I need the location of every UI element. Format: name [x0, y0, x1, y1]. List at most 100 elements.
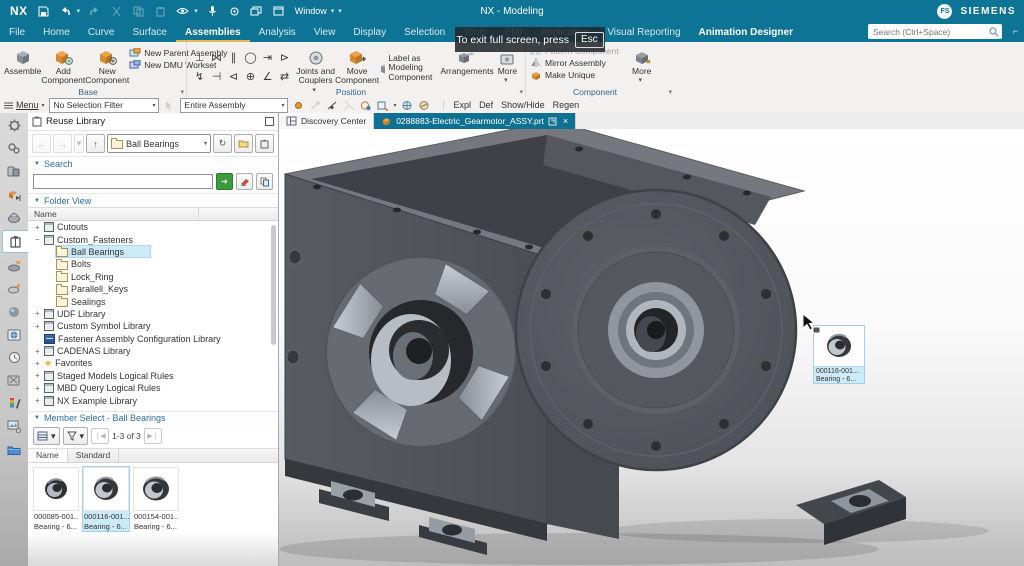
constraint-icon[interactable]: ↯ — [191, 67, 208, 86]
selection-scope-dropdown[interactable]: Entire Assembly ▾ — [180, 98, 288, 113]
library-search-input[interactable] — [33, 174, 213, 189]
history-caret[interactable]: ▾ — [74, 134, 84, 153]
tab-selection[interactable]: Selection — [395, 22, 454, 42]
tree-item-mbd-query[interactable]: +MBD Query Logical Rules — [28, 382, 278, 394]
member-select-section-header[interactable]: ▼ Member Select - Ball Bearings — [28, 411, 278, 425]
tab-surface[interactable]: Surface — [124, 22, 176, 42]
undo-menu-caret[interactable]: ▾ — [77, 7, 81, 15]
make-unique-button[interactable]: Make Unique — [530, 70, 619, 80]
snap-mid-icon[interactable] — [326, 99, 339, 112]
constraint-navigator-icon[interactable] — [2, 184, 26, 205]
tree-item-nx-example-library[interactable]: +NX Example Library — [28, 394, 278, 406]
wcs-icon[interactable] — [401, 99, 414, 112]
undock-tab-icon[interactable] — [548, 117, 557, 126]
process-studio-icon[interactable] — [2, 370, 26, 391]
constraint-icon[interactable]: ⋈ — [208, 48, 225, 67]
tree-item-custom-symbol-library[interactable]: +Custom Symbol Library — [28, 320, 278, 332]
discovery-center-tab[interactable]: Discovery Center — [279, 113, 374, 129]
search-history-icon[interactable]: ⌐ — [1013, 26, 1018, 36]
folder-view-section-header[interactable]: ▼ Folder View — [28, 193, 278, 207]
hd3d-tools-icon[interactable] — [2, 255, 26, 276]
window-icon[interactable] — [271, 4, 286, 19]
constraint-icon[interactable]: ⊥ — [191, 48, 208, 67]
reuse-library-icon[interactable] — [2, 230, 28, 253]
tab-home[interactable]: Home — [34, 22, 79, 42]
save-icon[interactable] — [36, 4, 51, 19]
history-sphere-icon[interactable] — [2, 301, 26, 322]
add-component-button[interactable]: Add Component — [41, 44, 85, 86]
expander[interactable]: + — [35, 396, 44, 405]
tree-item-ball-bearings[interactable]: Ball Bearings — [28, 246, 278, 258]
gearmotor-housing-model[interactable] — [279, 129, 1024, 566]
constraint-icon[interactable]: ⇄ — [276, 67, 293, 86]
tree-item-favorites[interactable]: +★Favorites — [28, 357, 278, 369]
expl-command[interactable]: Expl — [454, 100, 472, 110]
tree-item-sealings[interactable]: Sealings — [28, 295, 278, 307]
tab-animation-designer[interactable]: Animation Designer — [690, 22, 802, 42]
snap-quadrant-icon[interactable] — [377, 99, 390, 112]
roles-gears-icon[interactable] — [2, 138, 26, 159]
tree-item-bolts[interactable]: Bolts — [28, 258, 278, 270]
eye-menu-caret[interactable]: ▾ — [194, 7, 198, 15]
run-search-button[interactable]: ➜ — [216, 173, 233, 190]
tab-visual-reporting[interactable]: Visual Reporting — [598, 22, 689, 42]
touch-mode-icon[interactable] — [227, 4, 242, 19]
constraint-icon[interactable]: ⊕ — [242, 67, 259, 86]
folder-view-name-header[interactable]: Name — [28, 207, 278, 221]
roles-palette-icon[interactable] — [2, 393, 26, 414]
settings-gear-icon[interactable] — [2, 115, 26, 136]
member-card-000154[interactable]: 000154-001... Bearing - 6... — [132, 466, 180, 532]
close-tab-icon[interactable]: × — [563, 116, 568, 126]
expander[interactable]: + — [35, 359, 44, 368]
current-folder-dropdown[interactable]: Ball Bearings ▾ — [107, 134, 211, 153]
web-browser-icon[interactable] — [2, 324, 26, 345]
library-options-button[interactable] — [255, 134, 274, 153]
open-library-button[interactable] — [234, 134, 253, 153]
tree-item-staged-models[interactable]: +Staged Models Logical Rules — [28, 370, 278, 382]
snap-arc-center-icon[interactable] — [360, 99, 373, 112]
cascade-windows-icon[interactable] — [249, 4, 264, 19]
constraint-icon[interactable]: ⊲ — [225, 67, 242, 86]
component-group-launcher-caret[interactable]: ▾ — [668, 88, 672, 96]
previous-page-button[interactable]: ❘◀ — [91, 428, 109, 444]
undo-icon[interactable] — [58, 4, 73, 19]
move-component-button[interactable]: Move Component — [335, 44, 379, 86]
show-hide-command[interactable]: Show/Hide — [501, 100, 545, 110]
tab-analysis[interactable]: Analysis — [250, 22, 305, 42]
regen-command[interactable]: Regen — [553, 100, 580, 110]
member-card-000085[interactable]: 000085-001... Bearing - 6... — [32, 466, 80, 532]
position-group-launcher-caret[interactable]: ▾ — [519, 88, 523, 96]
datum-icon[interactable] — [418, 99, 431, 112]
command-search[interactable] — [868, 24, 1002, 39]
expander[interactable]: + — [35, 223, 44, 232]
tab-file[interactable]: File — [0, 22, 34, 42]
base-group-launcher-caret[interactable]: ▾ — [180, 88, 184, 96]
def-command[interactable]: Def — [479, 100, 493, 110]
member-tab-name[interactable]: Name — [28, 449, 68, 462]
expander[interactable]: + — [35, 371, 44, 380]
tree-item-lock-ring[interactable]: Lock_Ring — [28, 271, 278, 283]
constraint-icon[interactable]: ⊳ — [276, 48, 293, 67]
part-document-tab[interactable]: 0288883-Electric_Gearmotor_ASSY.prt × — [374, 113, 576, 129]
constraint-icon[interactable]: ◯ — [242, 48, 259, 67]
refresh-button[interactable]: ↻ — [213, 134, 232, 153]
next-page-button[interactable]: ▶❘ — [144, 428, 162, 444]
expander[interactable]: + — [35, 347, 44, 356]
search-section-header[interactable]: ▼ Search — [28, 156, 278, 170]
expander[interactable]: − — [35, 235, 44, 244]
folders-icon[interactable] — [2, 439, 26, 460]
assemble-button[interactable]: Assemble — [4, 44, 41, 76]
history-clock-icon[interactable] — [2, 347, 26, 368]
user-avatar[interactable]: FS — [937, 4, 952, 19]
constraint-icon[interactable]: ∥ — [225, 48, 242, 67]
expander[interactable]: + — [35, 309, 44, 318]
constraint-icon[interactable]: ⊣ — [208, 67, 225, 86]
position-more-caret[interactable]: ▾ — [504, 77, 508, 85]
model-canvas[interactable]: 000116-001... Bearing - 6... — [279, 129, 1024, 566]
component-more-caret[interactable]: ▾ — [638, 77, 642, 85]
tab-display[interactable]: Display — [344, 22, 395, 42]
new-component-button[interactable]: New Component — [85, 44, 129, 86]
menu-button[interactable]: Menu ▾ — [4, 100, 45, 110]
assembly-navigator-icon[interactable] — [2, 161, 26, 182]
filter-dropdown[interactable]: ▾ — [63, 427, 89, 445]
